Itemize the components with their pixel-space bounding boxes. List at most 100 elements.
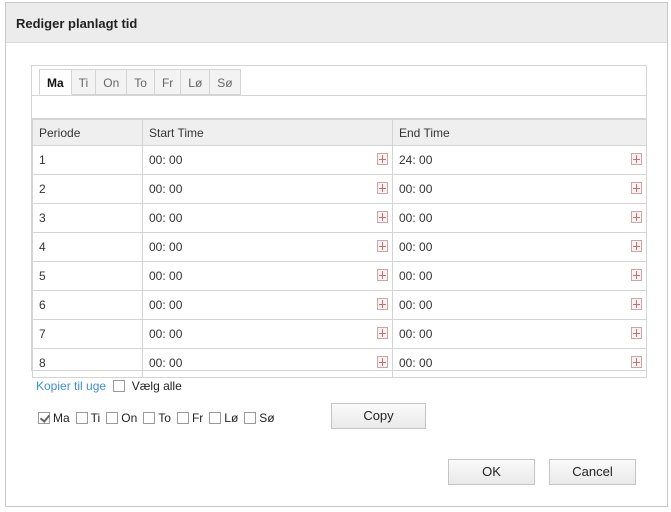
- end-time-value[interactable]: 00: 00: [399, 211, 432, 225]
- start-time-cell[interactable]: 00: 00: [142, 290, 393, 320]
- time-picker-icon[interactable]: [377, 240, 388, 252]
- period-cell: 1: [32, 145, 143, 175]
- start-time-value[interactable]: 00: 00: [149, 298, 182, 312]
- end-time-value[interactable]: 24: 00: [399, 153, 432, 167]
- start-time-cell[interactable]: 00: 00: [142, 261, 393, 291]
- day-label: Ma: [53, 411, 70, 425]
- day-checkbox[interactable]: [143, 412, 156, 424]
- end-time-value[interactable]: 00: 00: [399, 327, 432, 341]
- time-picker-icon[interactable]: [631, 356, 642, 368]
- tab-to[interactable]: To: [127, 69, 155, 95]
- day-checkbox[interactable]: [106, 412, 119, 424]
- time-picker-icon[interactable]: [631, 240, 642, 252]
- header-period: Periode: [32, 119, 143, 146]
- table-row: 1 00: 00 24: 00: [32, 145, 647, 175]
- start-time-value[interactable]: 00: 00: [149, 211, 182, 225]
- start-time-value[interactable]: 00: 00: [149, 356, 182, 370]
- copy-day-lø[interactable]: Lø: [209, 409, 238, 427]
- table-row: 3 00: 00 00: 00: [32, 203, 647, 233]
- end-time-value[interactable]: 00: 00: [399, 269, 432, 283]
- copy-to-week-row: Kopier til uge Vælg alle: [36, 377, 182, 395]
- day-checkbox[interactable]: [244, 412, 257, 424]
- time-picker-icon[interactable]: [377, 298, 388, 310]
- period-cell: 8: [32, 348, 143, 378]
- period-cell: 6: [32, 290, 143, 320]
- start-time-cell[interactable]: 00: 00: [142, 145, 393, 175]
- copy-button[interactable]: Copy: [331, 403, 426, 429]
- copy-day-sø[interactable]: Sø: [244, 409, 275, 427]
- table-row: 2 00: 00 00: 00: [32, 174, 647, 204]
- schedule-panel: Ma Ti On To Fr Lø Sø Periode Start Time End Ti…: [31, 65, 647, 378]
- time-picker-icon[interactable]: [377, 269, 388, 281]
- select-all-checkbox[interactable]: [113, 380, 126, 392]
- tab-sø[interactable]: Sø: [210, 69, 241, 95]
- time-picker-icon[interactable]: [631, 182, 642, 194]
- table-row: 7 00: 00 00: 00: [32, 319, 647, 349]
- day-checkbox[interactable]: [176, 412, 189, 424]
- end-time-value[interactable]: 00: 00: [399, 356, 432, 370]
- end-time-value[interactable]: 00: 00: [399, 240, 432, 254]
- time-picker-icon[interactable]: [377, 153, 388, 165]
- table-row: 8 00: 00 00: 00: [32, 348, 647, 378]
- start-time-cell[interactable]: 00: 00: [142, 232, 393, 262]
- day-checkbox[interactable]: [38, 412, 50, 424]
- end-time-cell[interactable]: 00: 00: [392, 203, 647, 233]
- start-time-value[interactable]: 00: 00: [149, 327, 182, 341]
- start-time-cell[interactable]: 00: 00: [142, 174, 393, 204]
- table-header-row: Periode Start Time End Time: [32, 119, 647, 146]
- day-label: Lø: [224, 411, 239, 425]
- copy-day-ti[interactable]: Ti: [75, 409, 100, 427]
- time-picker-icon[interactable]: [377, 211, 388, 223]
- start-time-value[interactable]: 00: 00: [149, 153, 182, 167]
- tab-fr[interactable]: Fr: [154, 69, 182, 95]
- copy-day-fr[interactable]: Fr: [176, 409, 203, 427]
- dialog-title: Rediger planlagt tid: [16, 16, 138, 31]
- end-time-cell[interactable]: 00: 00: [392, 348, 647, 378]
- start-time-cell[interactable]: 00: 00: [142, 203, 393, 233]
- period-cell: 7: [32, 319, 143, 349]
- day-checkbox[interactable]: [75, 412, 88, 424]
- tab-lø[interactable]: Lø: [181, 69, 211, 95]
- copy-day-ma[interactable]: Ma: [38, 409, 70, 427]
- start-time-cell[interactable]: 00: 00: [142, 319, 393, 349]
- header-end-time: End Time: [392, 119, 647, 146]
- time-picker-icon[interactable]: [377, 327, 388, 339]
- table-row: 4 00: 00 00: 00: [32, 232, 647, 262]
- end-time-value[interactable]: 00: 00: [399, 182, 432, 196]
- period-cell: 2: [32, 174, 143, 204]
- tab-ma[interactable]: Ma: [39, 69, 72, 95]
- time-picker-icon[interactable]: [631, 269, 642, 281]
- time-picker-icon[interactable]: [631, 211, 642, 223]
- time-picker-icon[interactable]: [631, 327, 642, 339]
- start-time-value[interactable]: 00: 00: [149, 182, 182, 196]
- time-picker-icon[interactable]: [631, 153, 642, 165]
- schedule-table: Periode Start Time End Time 1 00: 00 24: 0…: [32, 119, 647, 378]
- end-time-cell[interactable]: 00: 00: [392, 319, 647, 349]
- end-time-value[interactable]: 00: 00: [399, 298, 432, 312]
- end-time-cell[interactable]: 00: 00: [392, 174, 647, 204]
- start-time-cell[interactable]: 00: 00: [142, 348, 393, 378]
- end-time-cell[interactable]: 00: 00: [392, 290, 647, 320]
- copy-day-to[interactable]: To: [143, 409, 171, 427]
- tab-ti[interactable]: Ti: [71, 69, 97, 95]
- cancel-button[interactable]: Cancel: [549, 459, 636, 485]
- dialog-titlebar: Rediger planlagt tid: [6, 3, 667, 43]
- time-picker-icon[interactable]: [377, 356, 388, 368]
- tab-on[interactable]: On: [96, 69, 128, 95]
- start-time-value[interactable]: 00: 00: [149, 269, 182, 283]
- time-picker-icon[interactable]: [631, 298, 642, 310]
- table-row: 5 00: 00 00: 00: [32, 261, 647, 291]
- copy-day-on[interactable]: On: [106, 409, 137, 427]
- time-picker-icon[interactable]: [377, 182, 388, 194]
- end-time-cell[interactable]: 24: 00: [392, 145, 647, 175]
- header-start-time: Start Time: [142, 119, 393, 146]
- end-time-cell[interactable]: 00: 00: [392, 232, 647, 262]
- start-time-value[interactable]: 00: 00: [149, 240, 182, 254]
- end-time-cell[interactable]: 00: 00: [392, 261, 647, 291]
- ok-button[interactable]: OK: [448, 459, 535, 485]
- select-all-label: Vælg alle: [131, 379, 182, 393]
- day-checkbox[interactable]: [209, 412, 222, 424]
- copy-days: Ma Ti On To Fr Lø Sø: [38, 409, 281, 427]
- copy-to-week-link[interactable]: Kopier til uge: [36, 379, 106, 393]
- period-cell: 5: [32, 261, 143, 291]
